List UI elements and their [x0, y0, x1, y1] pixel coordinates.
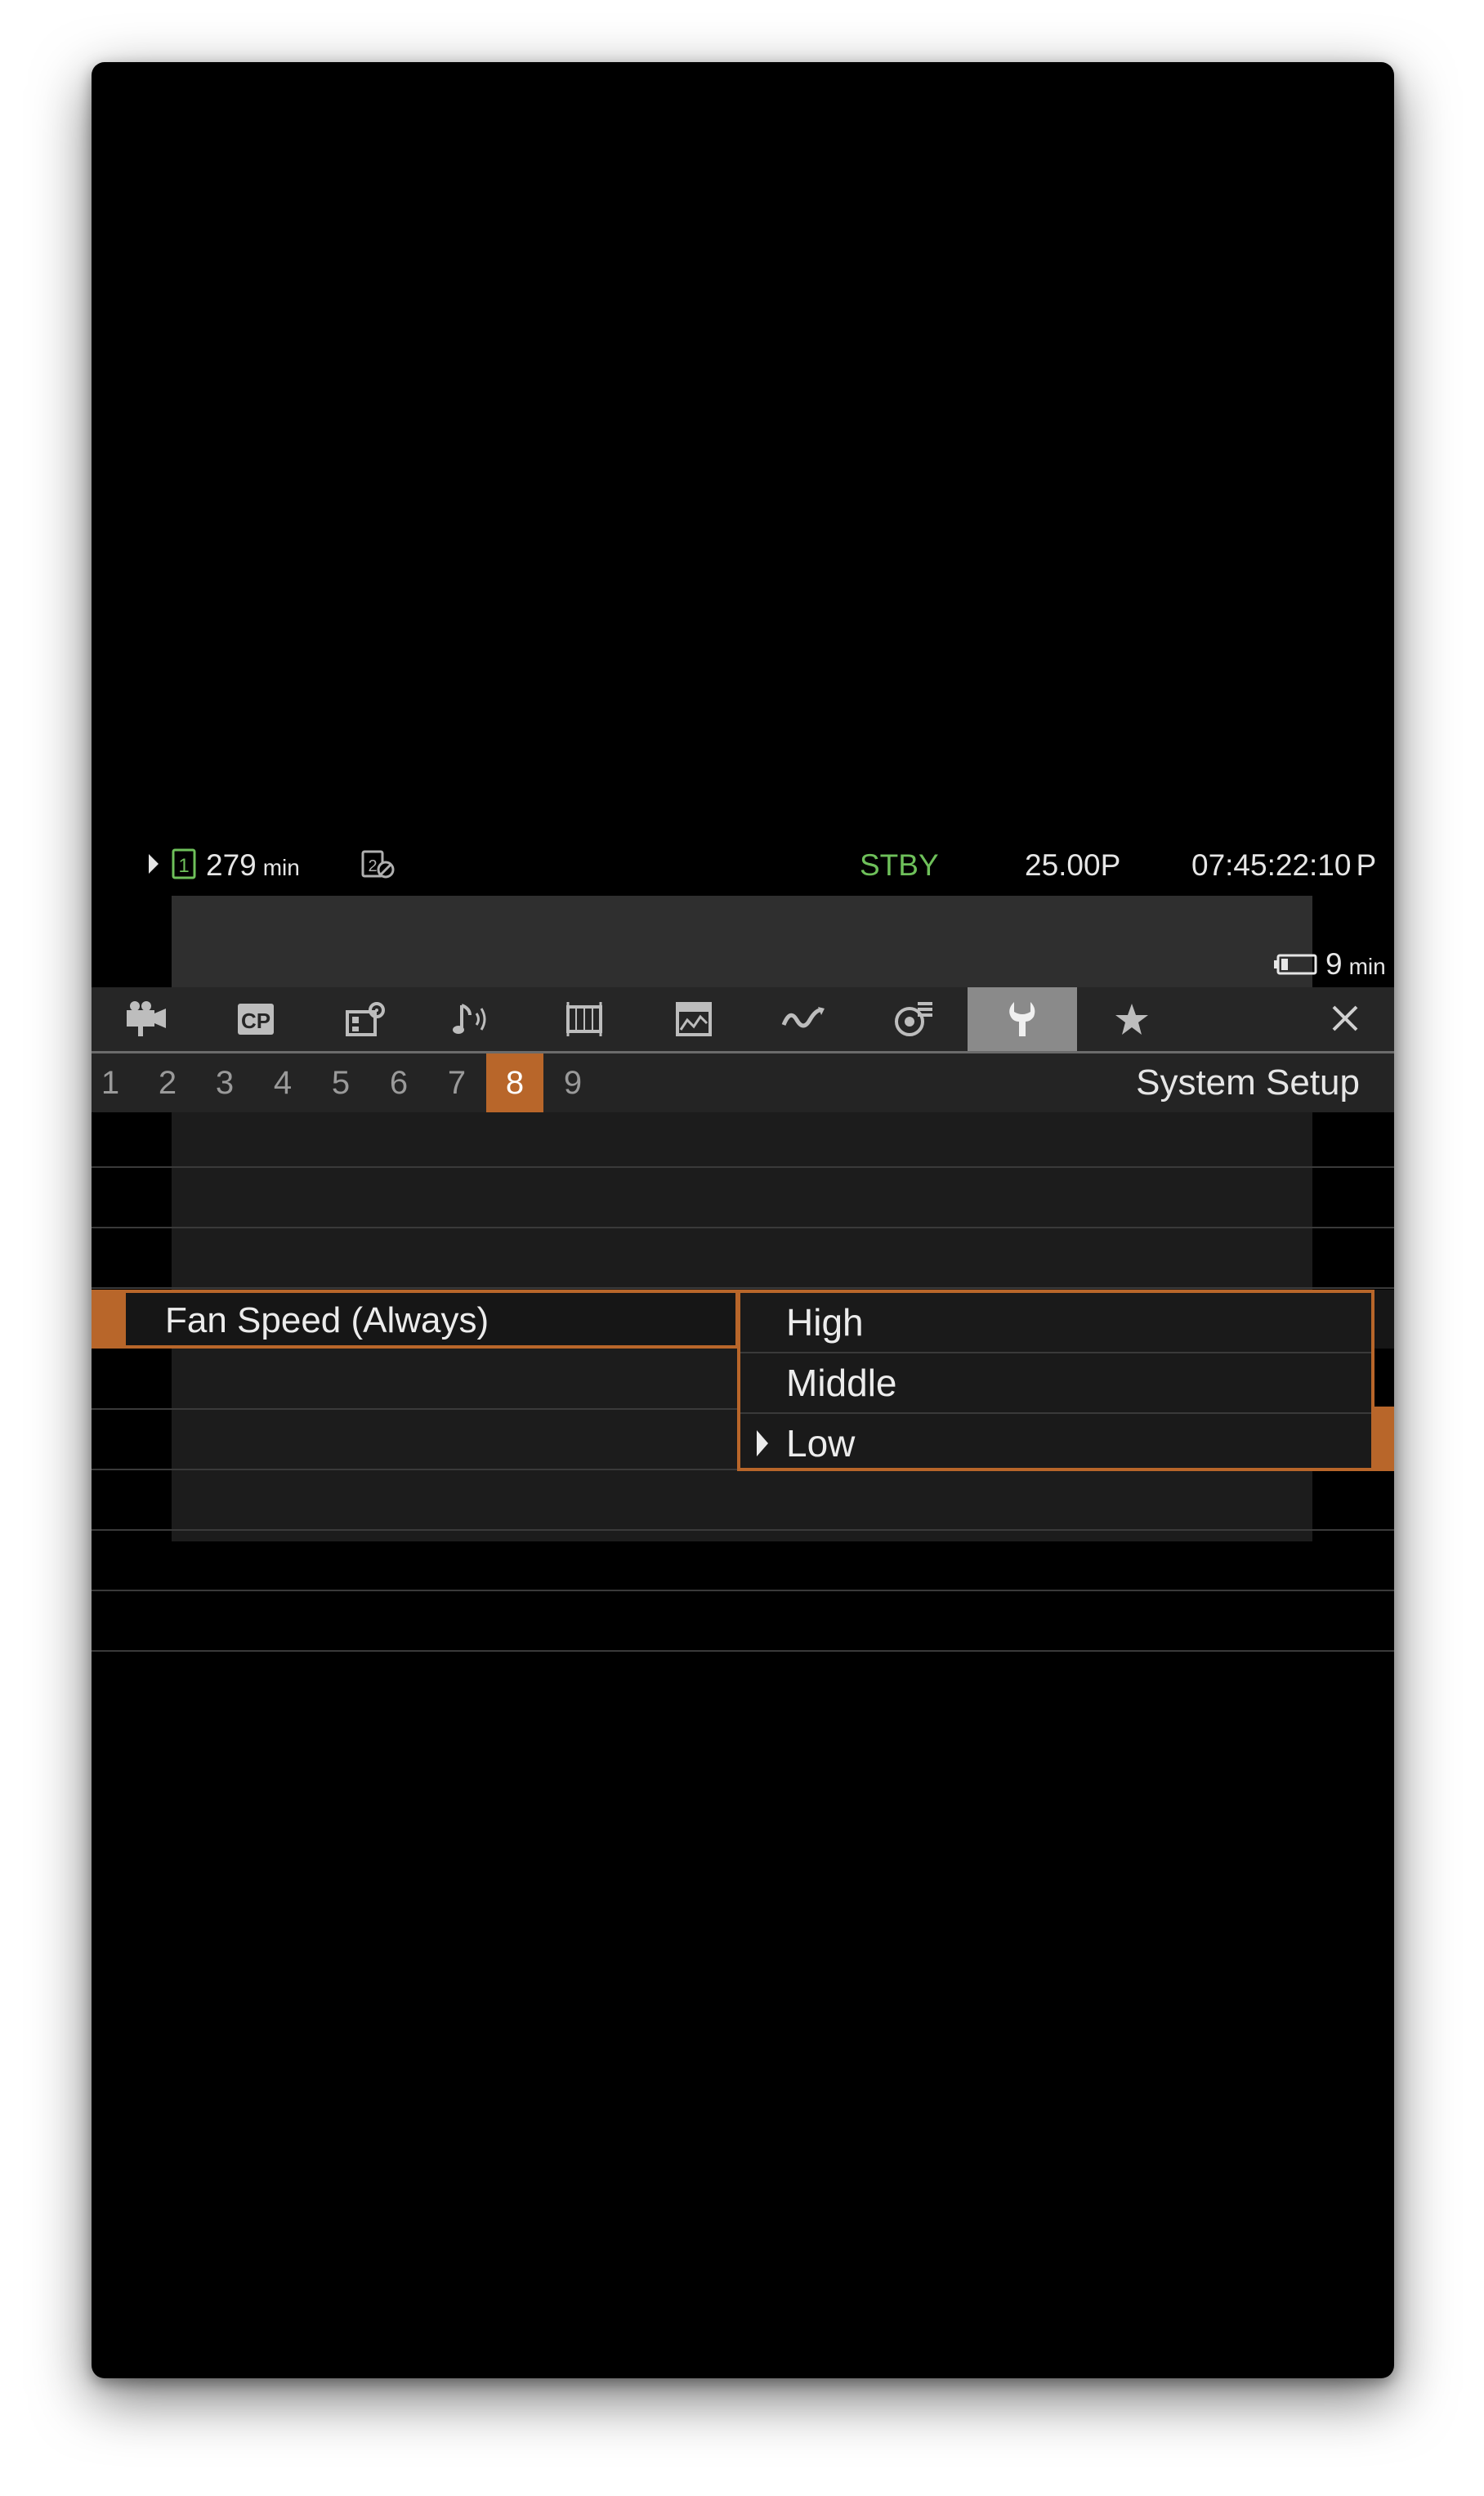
- waveform-icon: [781, 1007, 825, 1028]
- row-divider: [92, 1227, 1394, 1228]
- page-4[interactable]: 4: [254, 1053, 311, 1112]
- cp-icon: CP: [238, 1004, 274, 1035]
- battery-unit: min: [1348, 954, 1386, 979]
- video-setup-icon: [566, 1002, 602, 1036]
- row-divider: [92, 1529, 1394, 1531]
- page-9[interactable]: 9: [544, 1053, 601, 1112]
- option-high[interactable]: High: [740, 1293, 1371, 1353]
- media-remaining: 279 min: [206, 847, 300, 887]
- tab-video-setup[interactable]: [530, 987, 639, 1051]
- tab-assist-function[interactable]: [639, 987, 749, 1051]
- card-slot-1-icon: 1: [172, 848, 196, 883]
- page-6[interactable]: 6: [370, 1053, 427, 1112]
- assist-function-icon: [676, 1002, 712, 1036]
- close-icon: [1332, 1005, 1358, 1031]
- timecode-value: 07:45:22:10: [1191, 848, 1352, 882]
- svg-text:2: 2: [368, 857, 377, 875]
- row-divider: [92, 1590, 1394, 1591]
- menu-item-label: Fan Speed (Always): [165, 1300, 489, 1340]
- tab-audio[interactable]: [420, 987, 530, 1051]
- tab-cp[interactable]: CP: [201, 987, 311, 1051]
- battery-value: 9: [1325, 947, 1343, 981]
- timecode: 07:45:22:10 P: [1191, 847, 1376, 884]
- timecode-suffix: P: [1356, 848, 1377, 882]
- page-7[interactable]: 7: [428, 1053, 485, 1112]
- current-setting-icon: [757, 1430, 768, 1456]
- star-icon: [1115, 1004, 1148, 1035]
- page-5[interactable]: 5: [312, 1053, 369, 1112]
- tab-my-menu[interactable]: [1077, 987, 1187, 1051]
- svg-text:1: 1: [178, 855, 189, 877]
- page-1[interactable]: 1: [92, 1053, 139, 1112]
- network-icon: [895, 1002, 932, 1036]
- play-indicator-icon: [147, 852, 160, 879]
- menu-title: System Setup: [1136, 1062, 1360, 1103]
- option-low: Low: [786, 1422, 856, 1465]
- cp-icon-label: CP: [241, 1009, 270, 1033]
- row-divider: [92, 1287, 1394, 1289]
- camera-icon: [127, 1001, 166, 1036]
- media-remaining-value: 279: [206, 848, 257, 882]
- tab-waveform[interactable]: [749, 987, 858, 1051]
- option-middle[interactable]: Middle: [740, 1353, 1371, 1413]
- media-remaining-unit: min: [262, 855, 300, 880]
- close-menu-button[interactable]: [1296, 987, 1394, 1051]
- wrench-icon: [1009, 1002, 1035, 1036]
- tab-system-setup[interactable]: [968, 987, 1077, 1051]
- battery-icon: [1273, 953, 1319, 980]
- card-slot-2-no-card-icon: 2: [361, 850, 396, 883]
- recording-setup-icon: [346, 1002, 385, 1036]
- option-list: High Middle Low: [737, 1290, 1374, 1471]
- page-8[interactable]: 8: [486, 1053, 543, 1112]
- audio-icon: [453, 1004, 486, 1034]
- page-2[interactable]: 2: [139, 1053, 196, 1112]
- tab-camera[interactable]: [92, 987, 201, 1051]
- option-low-row[interactable]: Low: [740, 1414, 1371, 1474]
- row-divider: [92, 1650, 1394, 1652]
- page-3[interactable]: 3: [196, 1053, 253, 1112]
- tab-recording-setup[interactable]: [311, 987, 420, 1051]
- frame-rate: 25.00P: [1025, 848, 1121, 882]
- battery-remaining: 9 min: [1325, 946, 1386, 986]
- camera-screen: 1 279 min 2 STBY 25.00P 07:45:22:10 P 9 min: [92, 62, 1394, 2378]
- recording-state: STBY: [860, 848, 939, 882]
- tab-network[interactable]: [858, 987, 968, 1051]
- row-divider: [92, 1166, 1394, 1168]
